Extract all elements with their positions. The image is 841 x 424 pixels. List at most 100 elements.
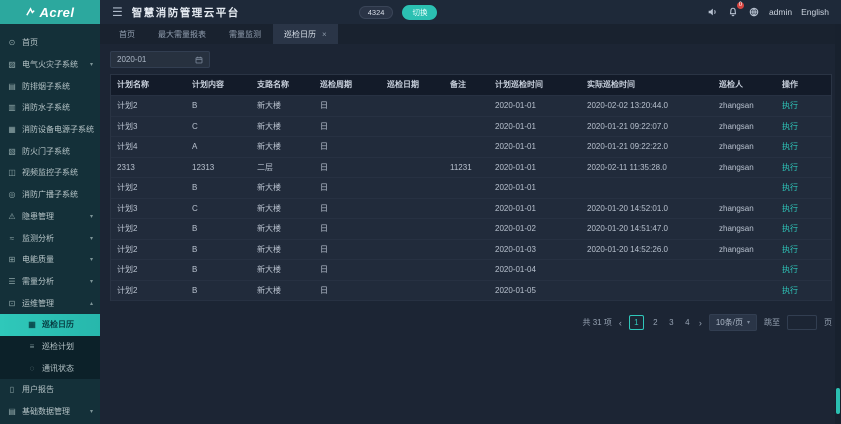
inspection-calendar-table: 计划名称 计划内容 支路名称 巡检周期 巡检日期 备注 计划巡检时间 [110, 74, 832, 301]
logo-text: Acrel [39, 5, 74, 20]
cell-branch-name: 新大楼 [251, 178, 314, 198]
sidebar-item-label: 消防水子系统 [22, 102, 70, 113]
tab-label: 最大需量报表 [158, 29, 206, 40]
execute-link[interactable]: 执行 [782, 204, 798, 213]
chevron-icon: ▾ [90, 213, 93, 220]
cell-actual-time [581, 281, 713, 301]
acrel-logo: Acrel [0, 0, 100, 24]
month-picker-input[interactable] [117, 55, 195, 64]
next-page-icon[interactable]: › [699, 318, 702, 328]
cell-note: 11231 [444, 158, 489, 178]
table-row[interactable]: 计划2 B 新大楼 日 2020-01-04 执行 [111, 260, 831, 281]
sidebar-item[interactable]: ▯ 用户报告 [0, 379, 100, 401]
execute-link[interactable]: 执行 [782, 142, 798, 151]
tab[interactable]: 巡检日历 × [273, 24, 338, 44]
month-picker[interactable] [110, 51, 210, 68]
execute-link[interactable]: 执行 [782, 224, 798, 233]
cell-inspector: zhangsan [713, 96, 776, 116]
sidebar-item[interactable]: ⊡ 运维管理 ▴ [0, 292, 100, 314]
cell-plan-content: B [186, 219, 251, 239]
sidebar-item[interactable]: ▧ 防火门子系统 [0, 140, 100, 162]
tab[interactable]: 需量监测 [218, 24, 272, 44]
tab-close-icon[interactable]: × [322, 30, 327, 39]
sidebar-item[interactable]: ▥ 消防水子系统 [0, 97, 100, 119]
table-header-cell: 计划内容 [186, 75, 251, 95]
execute-link[interactable]: 执行 [782, 183, 798, 192]
sidebar-item[interactable]: ▨ 电气火灾子系统 ▾ [0, 54, 100, 76]
cell-plan-content: 12313 [186, 158, 251, 178]
sidebar-item[interactable]: ≡ 巡检计划 [0, 336, 100, 358]
cell-actual-time: 2020-02-02 13:20:44.0 [581, 96, 713, 116]
cell-inspector: zhangsan [713, 240, 776, 260]
cell-actual-time: 2020-01-20 14:52:01.0 [581, 199, 713, 219]
prev-page-icon[interactable]: ‹ [619, 318, 622, 328]
table-row[interactable]: 计划3 C 新大楼 日 2020-01-01 2020-01-20 14:52:… [111, 199, 831, 220]
table-row[interactable]: 2313 12313 二层 日 11231 2020-01-01 2020-02… [111, 158, 831, 179]
sidebar-item[interactable]: ▦ 巡检日历 [0, 314, 100, 336]
sidebar-item[interactable]: ◫ 视频监控子系统 [0, 162, 100, 184]
sidebar-item-label: 视频监控子系统 [22, 167, 78, 178]
execute-link[interactable]: 执行 [782, 265, 798, 274]
page-numbers: 1 2 3 4 [629, 315, 692, 330]
sidebar-item[interactable]: ▤ 防排烟子系统 [0, 75, 100, 97]
table-row[interactable]: 计划2 B 新大楼 日 2020-01-01 执行 [111, 178, 831, 199]
sidebar-item[interactable]: ▦ 消防设备电源子系统 [0, 119, 100, 141]
tab[interactable]: 首页 [108, 24, 146, 44]
cell-inspect-date [381, 199, 444, 219]
table-row[interactable]: 计划2 B 新大楼 日 2020-01-03 2020-01-20 14:52:… [111, 240, 831, 261]
switch-button[interactable]: 切换 [402, 5, 437, 20]
menu-collapse-icon[interactable]: ☰ [112, 5, 123, 19]
user-name[interactable]: admin [769, 7, 792, 17]
sidebar-item[interactable]: ⊞ 电能质量 ▾ [0, 249, 100, 271]
sidebar-item[interactable]: ⊙ 首页 [0, 32, 100, 54]
execute-link[interactable]: 执行 [782, 122, 798, 131]
cell-plan-name: 计划2 [111, 178, 186, 198]
jump-page-input[interactable] [787, 315, 817, 330]
app-window: Acrel ☰ 智慧消防管理云平台 4324 切换 0 admin Englis… [0, 0, 841, 424]
tab[interactable]: 最大需量报表 [147, 24, 217, 44]
page-number[interactable]: 3 [667, 318, 676, 327]
sidebar-item-label: 防排烟子系统 [22, 81, 70, 92]
sidebar-item[interactable]: ☰ 需量分析 ▾ [0, 271, 100, 293]
cell-plan-name: 2313 [111, 158, 186, 178]
sidebar-item-icon: ⊙ [7, 38, 17, 47]
sidebar-item[interactable]: ◎ 消防广播子系统 [0, 184, 100, 206]
scrollbar-track[interactable] [835, 24, 841, 424]
globe-icon[interactable] [748, 6, 760, 18]
execute-link[interactable]: 执行 [782, 286, 798, 295]
table-row[interactable]: 计划2 B 新大楼 日 2020-01-05 执行 [111, 281, 831, 302]
page-number[interactable]: 2 [651, 318, 660, 327]
table-header-cell: 巡检日期 [381, 75, 444, 95]
sound-icon[interactable] [706, 6, 718, 18]
notification-bell-icon[interactable]: 0 [727, 6, 739, 18]
table-row[interactable]: 计划2 B 新大楼 日 2020-01-01 2020-02-02 13:20:… [111, 96, 831, 117]
cell-cycle: 日 [314, 199, 381, 219]
scrollbar-thumb[interactable] [836, 388, 840, 414]
page-number[interactable]: 1 [629, 315, 644, 330]
sidebar-item-label: 防火门子系统 [22, 146, 70, 157]
sidebar-item-label: 消防设备电源子系统 [22, 124, 94, 135]
execute-link[interactable]: 执行 [782, 163, 798, 172]
cell-cycle: 日 [314, 260, 381, 280]
page-number[interactable]: 4 [683, 318, 692, 327]
language-toggle[interactable]: English [801, 7, 829, 17]
cell-actual-time [581, 178, 713, 198]
sidebar-item-icon: ▥ [7, 103, 17, 112]
execute-link[interactable]: 执行 [782, 101, 798, 110]
sidebar-item[interactable]: ⚠ 隐患管理 ▾ [0, 206, 100, 228]
page-size-select[interactable]: 10条/页 ▾ [709, 314, 757, 331]
sidebar-item-label: 消防广播子系统 [22, 189, 78, 200]
cell-inspector: zhangsan [713, 117, 776, 137]
pagination-total: 共 31 项 [583, 317, 612, 328]
cell-inspect-date [381, 96, 444, 116]
cell-planned-time: 2020-01-01 [489, 96, 581, 116]
sidebar-item[interactable]: ≈ 监测分析 ▾ [0, 227, 100, 249]
sidebar-item[interactable]: ◌ 通讯状态 [0, 357, 100, 379]
table-row[interactable]: 计划2 B 新大楼 日 2020-01-02 2020-01-20 14:51:… [111, 219, 831, 240]
table-row[interactable]: 计划4 A 新大楼 日 2020-01-01 2020-01-21 09:22:… [111, 137, 831, 158]
execute-link[interactable]: 执行 [782, 245, 798, 254]
cell-plan-name: 计划2 [111, 260, 186, 280]
sidebar-item[interactable]: ▤ 基础数据管理 ▾ [0, 401, 100, 423]
table-row[interactable]: 计划3 C 新大楼 日 2020-01-01 2020-01-21 09:22:… [111, 117, 831, 138]
sidebar-item-label: 隐患管理 [22, 211, 54, 222]
